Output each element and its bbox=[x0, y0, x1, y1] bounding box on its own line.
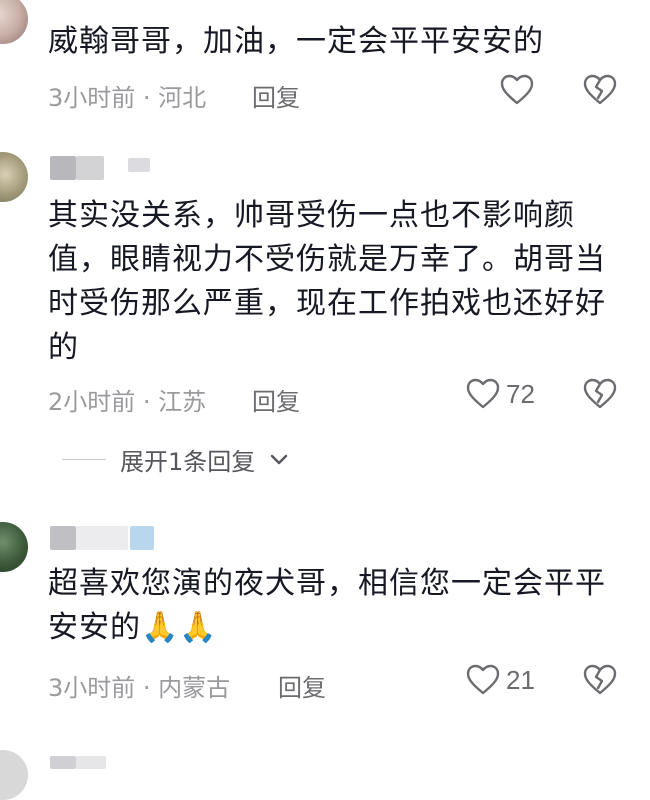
broken-heart-icon bbox=[583, 74, 617, 105]
reply-button[interactable]: 回复 bbox=[252, 382, 300, 417]
prayer-emoji: 🙏🙏 bbox=[141, 610, 218, 645]
avatar[interactable] bbox=[0, 522, 28, 572]
avatar[interactable] bbox=[0, 750, 28, 800]
avatar[interactable] bbox=[0, 152, 28, 202]
comment-text-body: 超喜欢您演的夜犬哥，相信您一定会平平安安的 bbox=[48, 566, 606, 645]
comment-text: 威翰哥哥，加油，一定会平平安安的 bbox=[48, 24, 544, 59]
comment-meta: 3小时前 · 河北 bbox=[48, 84, 207, 112]
dislike-button[interactable] bbox=[583, 74, 617, 110]
expand-replies-button[interactable]: 展开1条回复 bbox=[62, 442, 289, 477]
comment-item: 超喜欢您演的夜犬哥，相信您一定会平平安安的🙏🙏 3小时前 · 内蒙古 回复 21 bbox=[0, 512, 650, 712]
comment-item: 其实没关系，帅哥受伤一点也不影响颜值，眼睛视力不受伤就是万幸了。胡哥当时受伤那么… bbox=[0, 140, 650, 490]
reply-button[interactable]: 回复 bbox=[278, 668, 326, 703]
like-button[interactable] bbox=[500, 74, 534, 106]
reply-button[interactable]: 回复 bbox=[252, 78, 300, 113]
comment-meta: 3小时前 · 内蒙古 bbox=[48, 674, 231, 702]
like-button[interactable]: 72 bbox=[466, 378, 535, 410]
heart-outline-icon bbox=[466, 378, 500, 409]
like-button[interactable]: 21 bbox=[466, 664, 535, 696]
expand-label: 展开1条回复 bbox=[120, 448, 256, 476]
comment-text: 其实没关系，帅哥受伤一点也不影响颜值，眼睛视力不受伤就是万幸了。胡哥当时受伤那么… bbox=[48, 198, 606, 365]
username[interactable] bbox=[50, 756, 140, 782]
heart-outline-icon bbox=[466, 664, 500, 695]
like-count: 21 bbox=[506, 664, 535, 695]
comment-meta: 2小时前 · 江苏 bbox=[48, 388, 207, 416]
avatar[interactable] bbox=[0, 0, 28, 44]
username[interactable] bbox=[50, 154, 160, 180]
comment-text: 超喜欢您演的夜犬哥，相信您一定会平平安安的🙏🙏 bbox=[48, 562, 628, 650]
dislike-button[interactable] bbox=[583, 664, 617, 700]
broken-heart-icon bbox=[583, 664, 617, 695]
dislike-button[interactable] bbox=[583, 378, 617, 414]
expand-divider bbox=[62, 459, 106, 460]
chevron-down-icon bbox=[271, 454, 288, 464]
heart-outline-icon bbox=[500, 74, 534, 105]
comment-item bbox=[0, 740, 650, 800]
comment-item: 威翰哥哥，加油，一定会平平安安的 3小时前 · 河北 回复 bbox=[0, 0, 650, 130]
broken-heart-icon bbox=[583, 378, 617, 409]
like-count: 72 bbox=[506, 378, 535, 409]
username[interactable] bbox=[50, 524, 170, 550]
